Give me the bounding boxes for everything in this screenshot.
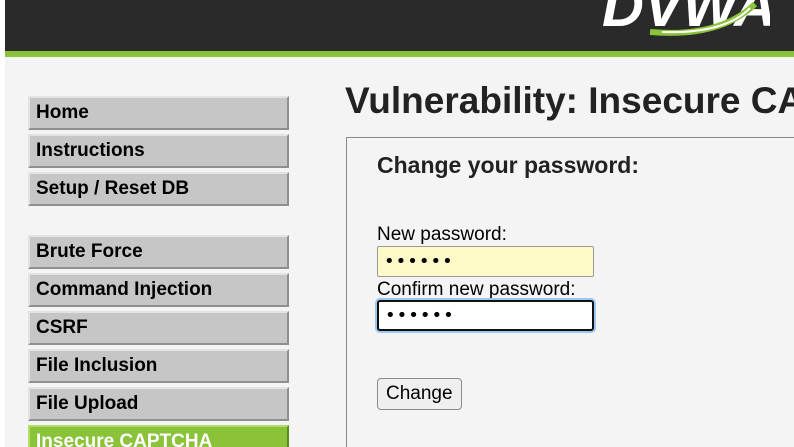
sidebar-item-brute-force[interactable]: Brute Force [28,235,289,269]
main-content: Vulnerability: Insecure CAPTCHA Change y… [345,72,794,447]
change-button[interactable]: Change [377,378,462,410]
header-bar: DVWA [5,0,794,51]
sidebar-item-csrf[interactable]: CSRF [28,311,289,345]
dvwa-logo: DVWA [602,0,770,36]
sidebar-item-insecure-captcha[interactable]: Insecure CAPTCHA [28,425,289,447]
new-password-label: New password: [377,224,507,245]
dvwa-frame: DVWA Home Instructions Setup / Reset DB … [5,0,794,447]
sidebar-item-command-injection[interactable]: Command Injection [28,273,289,307]
form-heading: Change your password: [377,152,639,178]
browser-page: DVWA Home Instructions Setup / Reset DB … [0,0,794,447]
confirm-password-field[interactable] [377,300,594,331]
new-password-field[interactable] [377,246,594,277]
page-title: Vulnerability: Insecure CAPTCHA [345,80,794,121]
sidebar-item-file-upload[interactable]: File Upload [28,387,289,421]
sidebar-item-instructions[interactable]: Instructions [28,134,289,168]
sidebar-item-home[interactable]: Home [28,96,289,130]
sidebar-item-file-inclusion[interactable]: File Inclusion [28,349,289,383]
confirm-password-label: Confirm new password: [377,279,576,300]
header-accent-stripe [5,51,794,57]
sidebar-item-setup-reset-db[interactable]: Setup / Reset DB [28,172,289,206]
vulnerable-code-area: Change your password: New password: Conf… [346,137,794,447]
